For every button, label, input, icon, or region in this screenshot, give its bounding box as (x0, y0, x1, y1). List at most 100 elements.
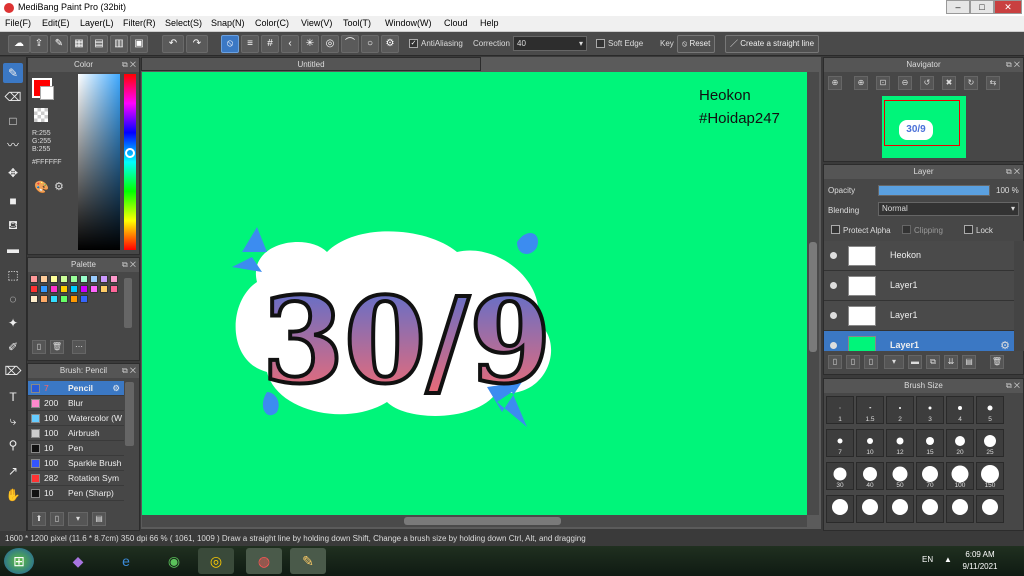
palette-swatch[interactable] (70, 275, 78, 283)
palette-swatch[interactable] (50, 275, 58, 283)
palette-swatch[interactable] (30, 285, 38, 293)
brush-size-cell[interactable]: 1.5 (856, 396, 884, 424)
brush-size-cell[interactable]: 7 (826, 429, 854, 457)
paint-taskbar-icon[interactable]: ✎ (290, 548, 326, 574)
menu-filter[interactable]: Filter(R) (123, 18, 156, 28)
medibang-taskbar-icon[interactable]: ◍ (246, 548, 282, 574)
more-icon[interactable]: ⋯ (72, 340, 86, 354)
trash-icon[interactable]: 🗑 (50, 340, 64, 354)
new-brush-icon[interactable]: ▯ (50, 512, 64, 526)
gear-icon[interactable]: ⚙ (112, 381, 120, 396)
zoom-out-icon[interactable]: ⊖ (898, 76, 912, 90)
redo-icon[interactable]: ↷ (186, 35, 208, 53)
delete-layer-icon[interactable]: 🗑 (990, 355, 1004, 369)
bucket-tool-icon[interactable]: ⛾ (3, 215, 23, 235)
panel-controls-icon[interactable]: ⧉ ✕ (1006, 379, 1020, 393)
document-tab[interactable]: Untitled (141, 57, 481, 71)
reset-view-icon[interactable]: ✖ (942, 76, 956, 90)
brush-size-cell[interactable] (856, 495, 884, 523)
menu-edit[interactable]: Edit(E) (42, 18, 70, 28)
brush-menu-icon[interactable]: ▾ (68, 512, 88, 526)
transparent-swatch[interactable] (34, 108, 48, 122)
layer-row[interactable]: Heokon (824, 241, 1014, 271)
brush-size-cell[interactable]: 70 (916, 462, 944, 490)
brush-size-cell[interactable]: 5 (976, 396, 1004, 424)
drawing-canvas[interactable]: Heokon #Hoidap247 30/9 (142, 72, 807, 515)
language-indicator[interactable]: EN (922, 555, 933, 564)
palette-swatch[interactable] (70, 295, 78, 303)
palette-swatch[interactable] (40, 285, 48, 293)
concentric-snap-icon[interactable]: ◎ (321, 35, 339, 53)
horizontal-scroll-thumb[interactable] (404, 517, 561, 525)
brush-size-cell[interactable] (826, 495, 854, 523)
folder-icon[interactable]: ▬ (908, 355, 922, 369)
menu-view[interactable]: View(V) (301, 18, 332, 28)
brush-item[interactable]: 7 Pencil ⚙ (28, 381, 124, 396)
lock-checkbox[interactable] (964, 225, 973, 234)
panel-controls-icon[interactable]: ⧉ ✕ (1006, 165, 1020, 179)
brush-size-cell[interactable]: 3 (916, 396, 944, 424)
brush-size-cell[interactable]: 12 (886, 429, 914, 457)
maximize-button[interactable]: □ (970, 0, 994, 14)
palette-swatch[interactable] (30, 295, 38, 303)
menu-help[interactable]: Help (480, 18, 499, 28)
brush-item[interactable]: 100 Sparkle Brush (28, 456, 124, 471)
zoom-in-icon[interactable]: ⊕ (828, 76, 842, 90)
reset-button[interactable]: ⦸ Reset (677, 35, 716, 53)
layer-row[interactable]: Layer1 ⚙ (824, 331, 1014, 351)
move-tool-icon[interactable]: ✥ (3, 163, 23, 183)
chrome-icon[interactable]: ◎ (198, 548, 234, 574)
gradient-tool-icon[interactable]: ▬ (3, 239, 23, 259)
lasso-tool-icon[interactable]: ◌ (3, 289, 23, 309)
tray-arrow-icon[interactable]: ▲ (944, 555, 952, 564)
brush-size-cell[interactable]: 10 (856, 429, 884, 457)
close-button[interactable]: ✕ (994, 0, 1022, 14)
clock[interactable]: 6:09 AM 9/11/2021 (960, 549, 1000, 573)
palette-swatch[interactable] (110, 285, 118, 293)
brush-size-cell[interactable] (976, 495, 1004, 523)
visibility-icon[interactable] (830, 342, 837, 349)
brush-size-cell[interactable]: 100 (946, 462, 974, 490)
palette-swatch[interactable] (60, 275, 68, 283)
soft-edge-checkbox[interactable] (596, 39, 605, 48)
parallel-snap-icon[interactable]: ≡ (241, 35, 259, 53)
color-picker-icon[interactable]: ⚙ (54, 180, 68, 194)
zoom-plus-icon[interactable]: ⊕ (854, 76, 868, 90)
menu-cloud[interactable]: Cloud (444, 18, 468, 28)
visibility-icon[interactable] (830, 312, 837, 319)
panel-controls-icon[interactable]: ⧉ ✕ (1006, 58, 1020, 72)
add-brush-icon[interactable]: ⬆ (32, 512, 46, 526)
eyedropper-icon[interactable]: ⚲ (3, 435, 23, 455)
secondary-color-swatch[interactable] (40, 86, 54, 100)
palette-swatch[interactable] (30, 275, 38, 283)
viewport-rect[interactable] (884, 100, 960, 146)
brush-size-cell[interactable]: 30 (826, 462, 854, 490)
start-button[interactable]: ⊞ (4, 548, 34, 574)
vertical-scrollbar[interactable] (807, 72, 819, 515)
hue-slider[interactable] (124, 74, 136, 250)
comment-icon[interactable]: ✎ (50, 35, 68, 53)
share-icon[interactable]: ⇪ (30, 35, 48, 53)
layer-row[interactable]: Layer1 (824, 271, 1014, 301)
palette-swatch[interactable] (80, 295, 88, 303)
vanishing-point-icon[interactable]: ‹ (281, 35, 299, 53)
divide-tool-icon[interactable]: ⤷ (3, 411, 23, 431)
brush-item[interactable]: 10 Pen (28, 441, 124, 456)
new-halftone-layer-icon[interactable]: ▯ (846, 355, 860, 369)
clipping-checkbox[interactable] (902, 225, 911, 234)
panel-controls-icon[interactable]: ⧉ ✕ (122, 58, 136, 72)
protect-alpha-checkbox[interactable] (831, 225, 840, 234)
select-tool-icon[interactable]: ⬚ (3, 265, 23, 285)
brush-size-cell[interactable] (886, 495, 914, 523)
document-icon[interactable]: ▤ (90, 35, 108, 53)
cross-snap-icon[interactable]: # (261, 35, 279, 53)
brush-size-cell[interactable]: 2 (886, 396, 914, 424)
magic-wand-icon[interactable]: ✦ (3, 313, 23, 333)
visibility-icon[interactable] (830, 282, 837, 289)
palette-swatch[interactable] (40, 295, 48, 303)
brush-item[interactable]: 10 Pen (Sharp) (28, 486, 124, 501)
panel-controls-icon[interactable]: ⧉ ✕ (122, 364, 136, 378)
brush-size-cell[interactable]: 20 (946, 429, 974, 457)
brush-settings-icon[interactable]: ▤ (92, 512, 106, 526)
snap-off-icon[interactable]: ⦸ (221, 35, 239, 53)
